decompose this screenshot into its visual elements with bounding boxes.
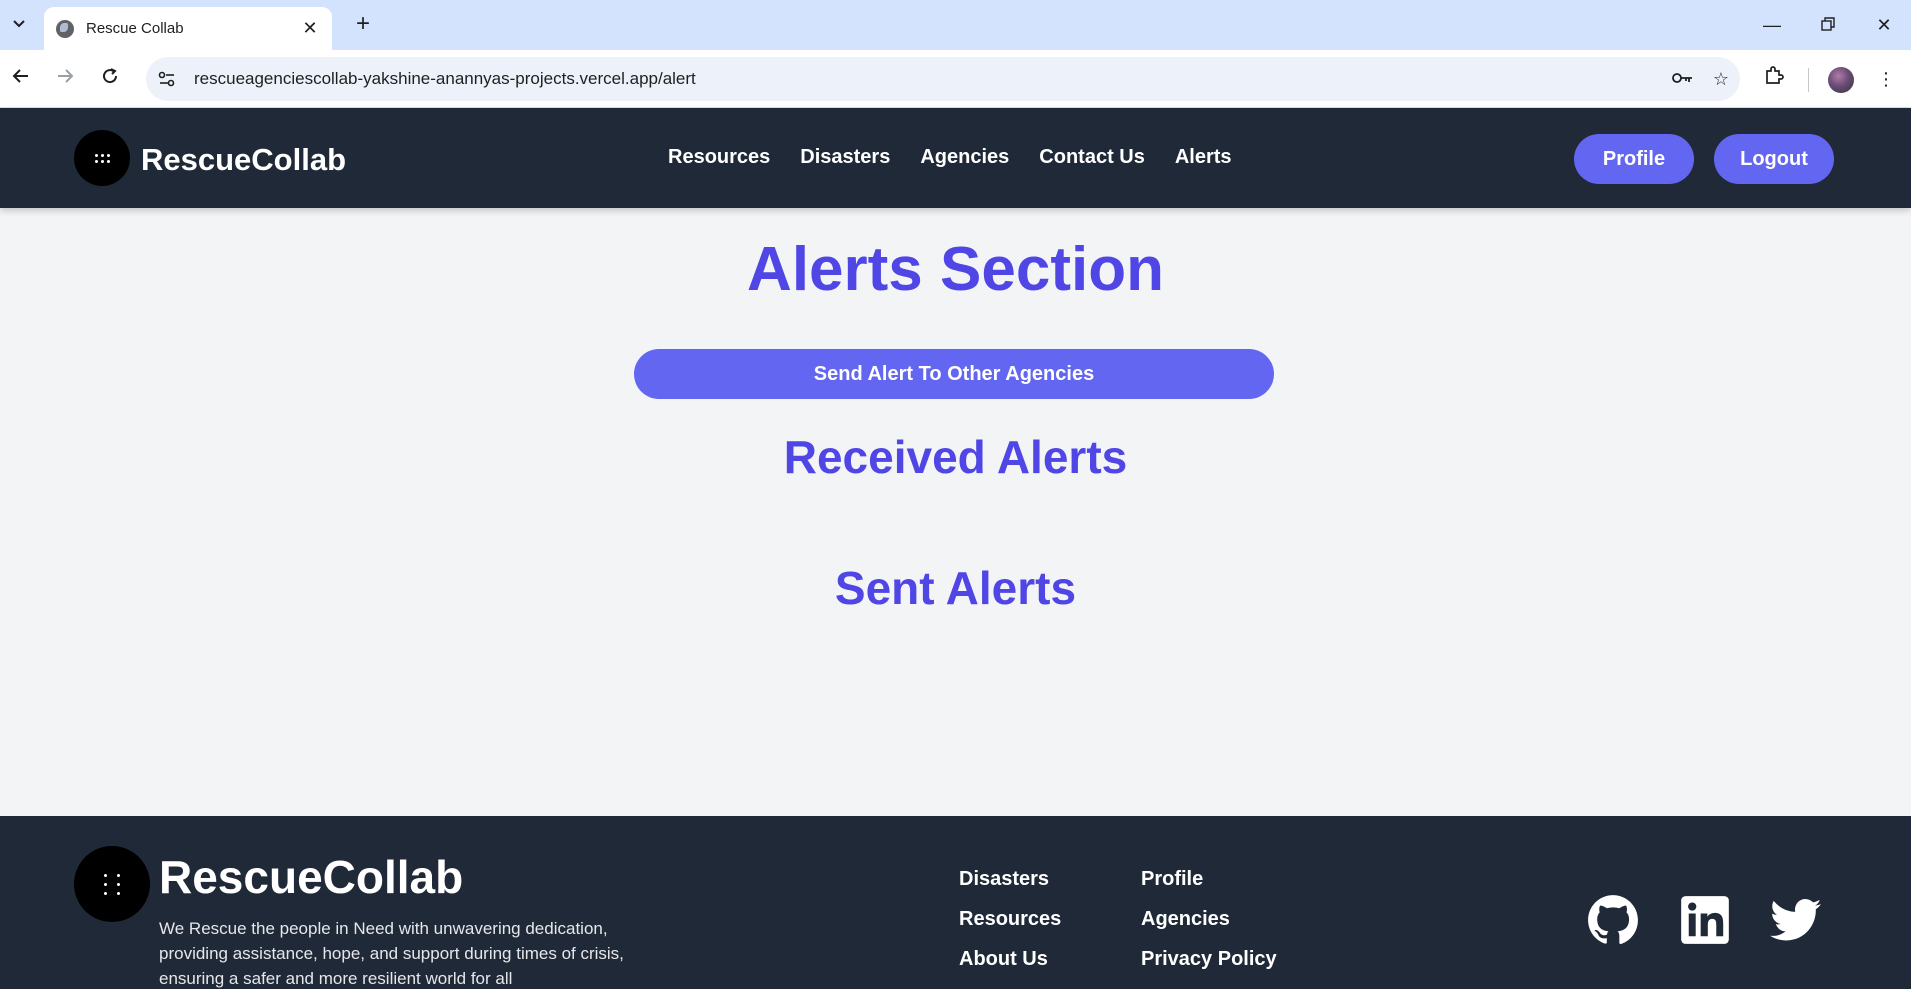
back-icon[interactable] — [4, 62, 38, 96]
sent-alerts-heading: Sent Alerts — [834, 562, 1077, 614]
reload-icon[interactable] — [93, 62, 127, 96]
close-window-icon[interactable]: ✕ — [1864, 10, 1904, 40]
profile-avatar[interactable] — [1828, 67, 1854, 93]
restore-icon[interactable] — [1808, 10, 1848, 40]
globe-icon — [56, 19, 74, 38]
footer-logo-icon[interactable] — [74, 846, 150, 922]
send-alert-button[interactable]: Send Alert To Other Agencies — [634, 349, 1274, 399]
alerts-main: Alerts Section Send Alert To Other Agenc… — [0, 208, 1911, 816]
more-menu-icon[interactable]: ⋮ — [1869, 62, 1903, 96]
footer-link-resources[interactable]: Resources — [959, 908, 1061, 948]
tab-search-icon[interactable] — [6, 9, 32, 39]
received-alerts-heading: Received Alerts — [783, 431, 1128, 483]
nav-alerts[interactable]: Alerts — [1175, 146, 1232, 169]
main-nav: Resources Disasters Agencies Contact Us … — [668, 146, 1262, 169]
profile-button[interactable]: Profile — [1574, 134, 1694, 184]
browser-toolbar: rescueagenciescollab-yakshine-anannyas-p… — [0, 50, 1911, 108]
close-tab-icon[interactable]: ✕ — [300, 18, 320, 39]
footer-description: We Rescue the people in Need with unwave… — [159, 919, 624, 988]
site-info-icon[interactable] — [152, 64, 182, 94]
minimize-icon[interactable]: — — [1752, 10, 1792, 40]
new-tab-icon[interactable]: + — [348, 10, 378, 40]
nav-agencies[interactable]: Agencies — [920, 146, 1009, 169]
nav-contact-us[interactable]: Contact Us — [1039, 146, 1145, 169]
twitter-icon[interactable] — [1770, 894, 1822, 946]
linkedin-icon[interactable] — [1679, 894, 1731, 946]
site-footer: RescueCollab We Rescue the people in Nee… — [0, 816, 1911, 989]
site-header: RescueCollab Resources Disasters Agencie… — [0, 108, 1911, 208]
footer-link-disasters[interactable]: Disasters — [959, 868, 1061, 908]
toolbar-separator — [1808, 68, 1809, 92]
footer-links-col-2: Profile Agencies Privacy Policy — [1141, 868, 1277, 988]
footer-brand-name: RescueCollab — [159, 851, 464, 903]
page-title: Alerts Section — [747, 235, 1164, 304]
footer-links-col-1: Disasters Resources About Us — [959, 868, 1061, 988]
password-key-icon[interactable] — [1664, 69, 1702, 90]
browser-tab[interactable]: Rescue Collab ✕ — [44, 7, 332, 50]
footer-link-privacy-policy[interactable]: Privacy Policy — [1141, 948, 1277, 988]
logout-button[interactable]: Logout — [1714, 134, 1834, 184]
footer-link-agencies[interactable]: Agencies — [1141, 908, 1277, 948]
nav-disasters[interactable]: Disasters — [800, 146, 890, 169]
tab-title: Rescue Collab — [86, 20, 184, 37]
footer-link-about-us[interactable]: About Us — [959, 948, 1061, 988]
footer-link-profile[interactable]: Profile — [1141, 868, 1277, 908]
github-icon[interactable] — [1587, 894, 1639, 946]
forward-icon[interactable] — [48, 62, 82, 96]
brand-name[interactable]: RescueCollab — [141, 142, 346, 178]
address-bar[interactable]: rescueagenciescollab-yakshine-anannyas-p… — [146, 57, 1740, 101]
extensions-icon[interactable] — [1757, 62, 1791, 96]
bookmark-star-icon[interactable]: ☆ — [1702, 69, 1740, 90]
browser-tab-strip: Rescue Collab ✕ + — ✕ — [0, 0, 1911, 50]
url-text: rescueagenciescollab-yakshine-anannyas-p… — [194, 69, 696, 88]
nav-resources[interactable]: Resources — [668, 146, 770, 169]
logo-icon[interactable] — [74, 130, 130, 186]
